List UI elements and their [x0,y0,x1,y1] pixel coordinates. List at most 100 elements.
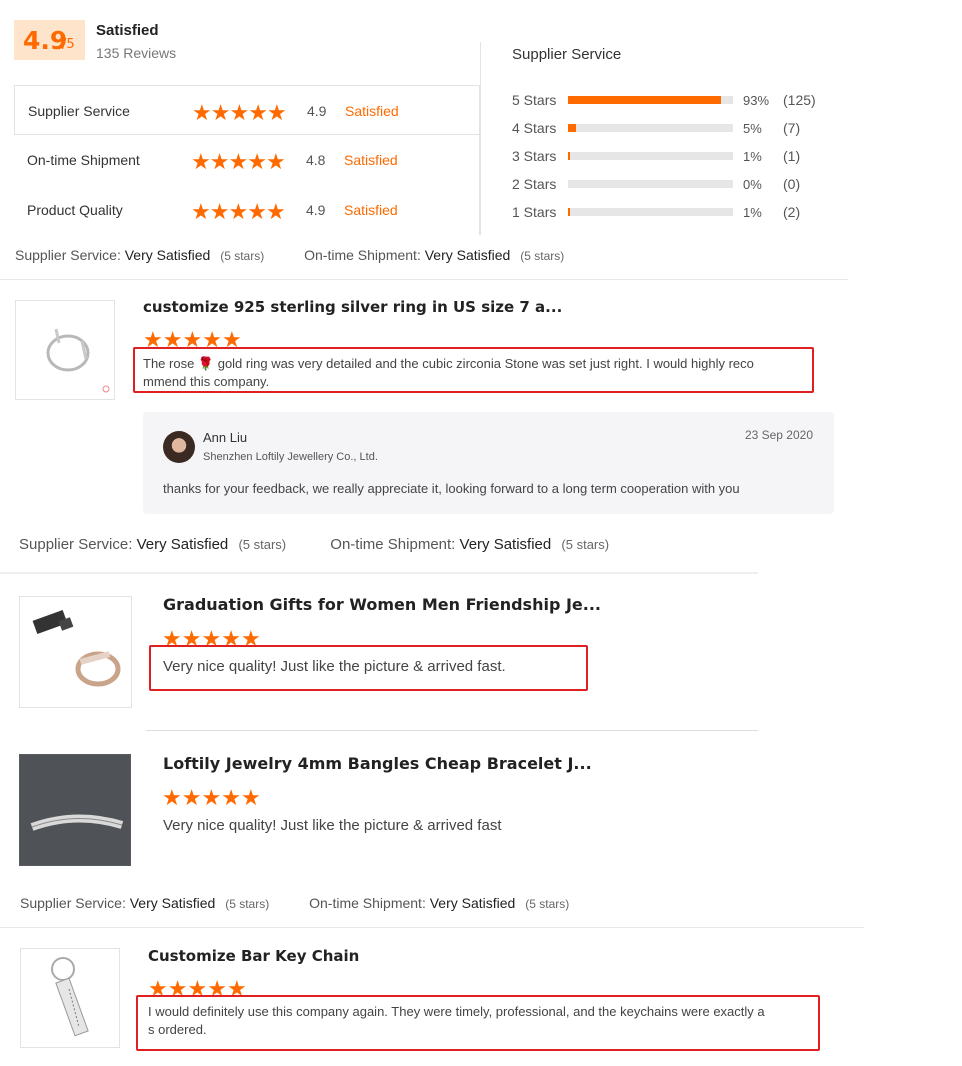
rating-row-on-time-shipment: On-time Shipment ★★★★★ 4.8 Satisfied [14,135,480,185]
on-time-shipment-label: On-time Shipment: [330,536,456,553]
product-thumbnail-bracelet[interactable] [19,754,131,866]
rating-stars: ★★★★★ [192,100,287,126]
rating-row-product-quality: Product Quality ★★★★★ 4.9 Satisfied [14,185,480,235]
rating-score: 4.9 [307,103,327,119]
distribution-count: (125) [783,92,816,108]
rating-status: Satisfied [345,103,399,119]
product-title[interactable]: Graduation Gifts for Women Men Friendshi… [163,595,601,614]
review-count: 135 Reviews [96,45,177,61]
reply-text: thanks for your feedback, we really appr… [163,481,740,496]
product-title[interactable]: Customize Bar Key Chain [148,947,359,965]
rating-label: Product Quality [27,202,123,218]
star-icon: ★ [210,100,231,125]
rating-label: Supplier Service [28,103,130,119]
star-icon: ★ [209,149,230,174]
distribution-count: (0) [783,176,801,192]
reply-company: Shenzhen Loftily Jewellery Co., Ltd. [203,451,378,463]
highlight-box [136,995,820,1051]
star-icon: ★ [228,149,248,174]
supplier-service-stars: (5 stars) [238,537,287,552]
rating-stars: ★★★★★ [191,149,286,175]
service-summary-line: Supplier Service: Very Satisfied (5 star… [20,895,569,911]
product-thumbnail-ring[interactable] [15,300,115,400]
distribution-bar-track [568,124,733,132]
distribution-bar [568,152,571,160]
star-icon: ★ [247,199,267,224]
service-summary-line: Supplier Service: Very Satisfied (5 star… [19,536,609,553]
distribution-title: Supplier Service [512,46,622,63]
supplier-reply: Ann Liu Shenzhen Loftily Jewellery Co., … [143,412,834,514]
rating-status: Satisfied [344,152,398,168]
distribution-label: 4 Stars [512,120,557,136]
reply-date: 23 Sep 2020 [744,428,813,442]
product-title[interactable]: customize 925 sterling silver ring in US… [143,298,562,316]
review-rating-stars: ★★★★★ [162,785,261,811]
distribution-label: 3 Stars [512,148,557,164]
product-thumbnail-rings[interactable] [19,596,132,708]
star-icon: ★ [228,199,248,224]
star-icon: ★ [181,785,202,810]
distribution-row: 3 Stars 1% (1) [512,146,842,166]
supplier-service-label: Supplier Service: [20,895,126,911]
star-icon: ★ [162,785,182,810]
service-summary-line: Supplier Service: Very Satisfied (5 star… [15,247,564,263]
rating-row-supplier-service: Supplier Service ★★★★★ 4.9 Satisfied [14,85,480,135]
distribution-percent: 1% [743,205,762,220]
on-time-shipment-stars: (5 stars) [520,249,565,263]
star-icon: ★ [201,785,222,810]
distribution-row: 1 Stars 1% (2) [512,202,842,222]
divider [0,927,864,928]
distribution-row: 4 Stars 5% (7) [512,118,842,138]
distribution-bar [568,124,577,132]
distribution-percent: 93% [743,93,770,108]
distribution-row: 2 Stars 0% (0) [512,174,842,194]
on-time-shipment-value: Very Satisfied [429,895,516,911]
overall-score-max: /5 [62,37,75,52]
distribution-count: (2) [783,204,801,220]
star-icon: ★ [221,785,241,810]
rating-label: On-time Shipment [27,152,140,168]
on-time-shipment-stars: (5 stars) [561,537,610,552]
distribution-bar-track [568,208,733,216]
star-icon: ★ [247,149,267,174]
distribution-bar-track [568,96,733,104]
divider [480,42,481,235]
star-icon: ★ [209,199,230,224]
distribution-count: (7) [783,120,801,136]
on-time-shipment-label: On-time Shipment: [304,247,421,263]
rating-score: 4.9 [306,202,326,218]
star-icon: ★ [229,100,249,125]
distribution-bar [568,208,571,216]
rating-stars: ★★★★★ [191,199,286,225]
divider [0,572,758,574]
divider [0,279,848,280]
supplier-service-stars: (5 stars) [225,897,270,911]
star-icon: ★ [240,785,261,810]
rating-score: 4.8 [306,152,326,168]
highlight-box [149,645,588,691]
star-icon: ★ [266,100,287,125]
product-thumbnail-keychain[interactable] [20,948,120,1048]
supplier-service-value: Very Satisfied [129,895,216,911]
supplier-service-label: Supplier Service: [19,536,133,553]
overall-score: 4.9 [23,26,68,55]
star-icon: ★ [248,100,268,125]
reply-author-name: Ann Liu [203,430,248,445]
product-title[interactable]: Loftily Jewelry 4mm Bangles Cheap Bracel… [163,754,592,773]
divider [146,730,758,731]
supplier-service-value: Very Satisfied [136,536,229,553]
distribution-row: 5 Stars 93% (125) [512,90,842,110]
distribution-label: 5 Stars [512,92,557,108]
distribution-label: 1 Stars [512,204,557,220]
distribution-bar [568,96,722,104]
distribution-percent: 1% [743,149,762,164]
on-time-shipment-value: Very Satisfied [424,247,511,263]
distribution-count: (1) [783,148,801,164]
on-time-shipment-label: On-time Shipment: [309,895,426,911]
highlight-box [133,347,814,393]
star-icon: ★ [265,199,286,224]
supplier-service-label: Supplier Service: [15,247,121,263]
distribution-percent: 5% [743,121,762,136]
distribution-bar-track [568,152,733,160]
star-icon: ★ [191,199,211,224]
